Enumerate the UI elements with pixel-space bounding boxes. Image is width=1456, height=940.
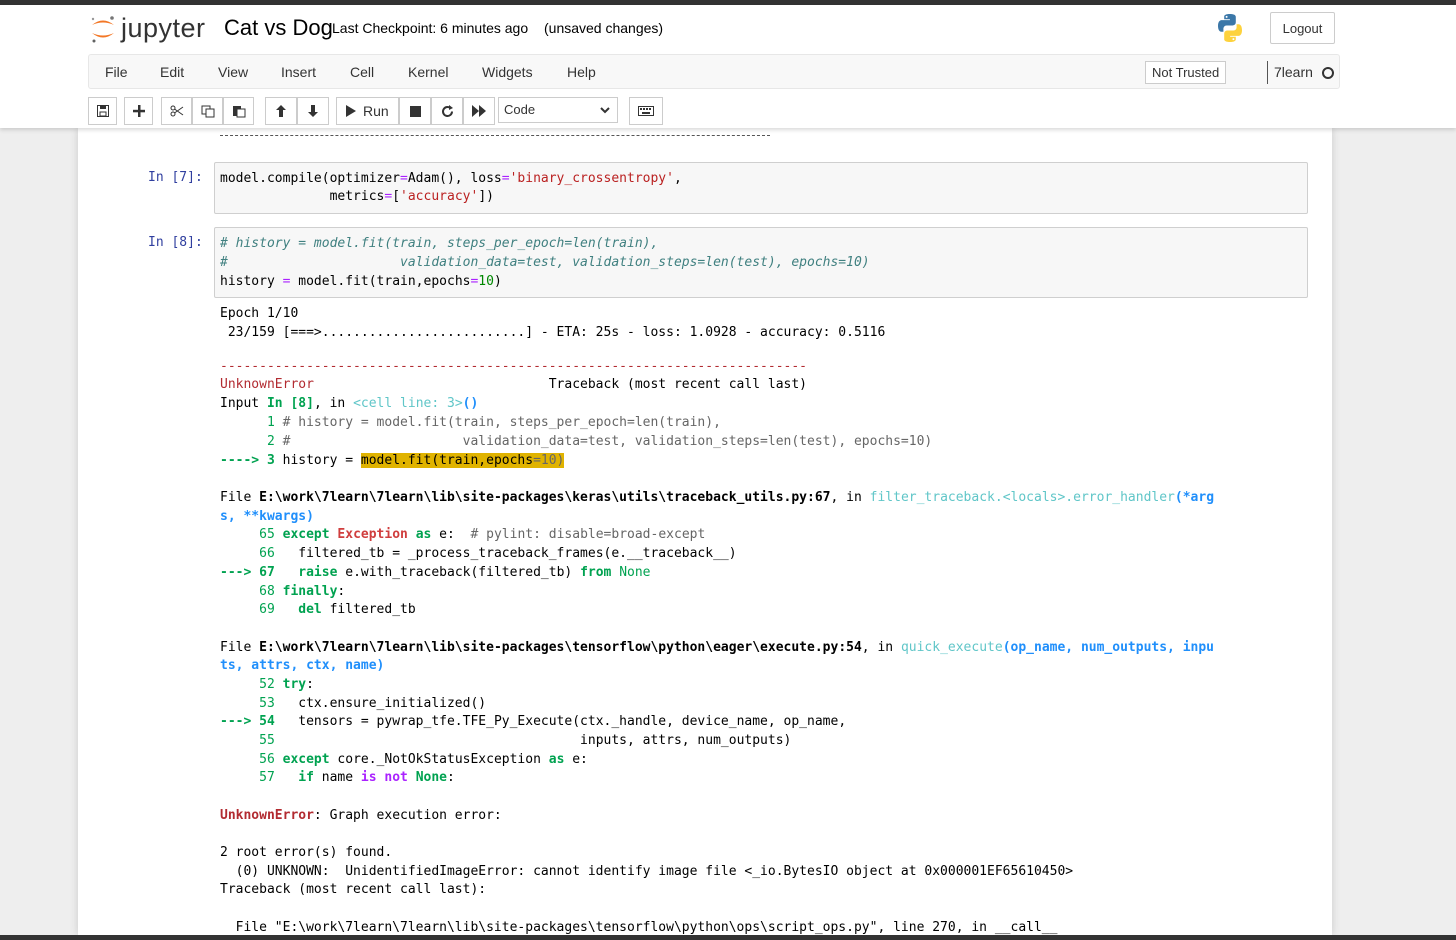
plus-icon: [132, 105, 145, 117]
paste-button[interactable]: [223, 97, 254, 125]
restart-icon: [441, 104, 453, 117]
menu-edit[interactable]: Edit: [160, 64, 184, 80]
cell-8-line-1: # history = model.fit(train, steps_per_e…: [220, 236, 659, 251]
cell-7-line-1: model.compile(optimizer=Adam(), loss='bi…: [220, 171, 682, 186]
file3-line: File "E:\work\7learn\7learn\lib\site-pac…: [220, 920, 1058, 935]
jupyter-logo-icon: [90, 14, 116, 44]
cell-type-value: Code: [504, 102, 536, 117]
cell-7-prompt: In [7]:: [148, 170, 203, 185]
cell-8-prompt: In [8]:: [148, 235, 203, 250]
notebook-title[interactable]: Cat vs Dog: [224, 15, 333, 41]
traceback-line-2: 2 # validation_data=test, validation_ste…: [220, 434, 933, 449]
file1-line-67: ---> 67 raise e.with_traceback(filtered_…: [220, 565, 651, 580]
fast-forward-icon: [472, 105, 486, 117]
traceback-dashes: ----------------------------------------…: [220, 359, 807, 374]
traceback-2-header: Traceback (most recent call last):: [220, 882, 487, 897]
file2-line: File E:\work\7learn\7learn\lib\site-pack…: [220, 640, 1215, 655]
copy-icon: [201, 105, 214, 117]
kernel-name[interactable]: 7learn: [1267, 61, 1313, 84]
save-button[interactable]: [88, 97, 117, 125]
epoch-line: Epoch 1/10: [220, 306, 299, 321]
file2-line-53: 53 ctx.ensure_initialized(): [220, 696, 487, 711]
play-icon: [346, 105, 356, 117]
file2-line-52: 52 try:: [220, 677, 314, 692]
restart-kernel-button[interactable]: [431, 97, 463, 125]
jupyter-logo-text: jupyter: [121, 13, 206, 43]
move-down-button[interactable]: [297, 97, 329, 125]
scissors-icon: [170, 105, 183, 117]
trust-notebook-button[interactable]: Not Trusted: [1145, 61, 1227, 84]
interrupt-kernel-button[interactable]: [399, 97, 431, 125]
notebook-header: jupyter Cat vs Dog Last Checkpoint: 6 mi…: [0, 5, 1456, 128]
file1-line-66: 66 filtered_tb = _process_traceback_fram…: [220, 546, 737, 561]
menu-insert[interactable]: Insert: [281, 64, 316, 80]
move-up-button[interactable]: [265, 97, 297, 125]
cell-8-line-3: history = model.fit(train,epochs=10): [220, 274, 502, 289]
cut-button[interactable]: [161, 97, 192, 125]
kernel-idle-indicator-icon: [1322, 67, 1334, 79]
cell-type-select[interactable]: Code: [498, 97, 618, 123]
notebook-container: In [7]: model.compile(optimizer=Adam(), …: [78, 128, 1332, 935]
cell-8-input[interactable]: # history = model.fit(train, steps_per_e…: [214, 227, 1308, 298]
cell-7-input[interactable]: model.compile(optimizer=Adam(), loss='bi…: [214, 162, 1308, 214]
cell-8-line-2: # validation_data=test, validation_steps…: [220, 255, 870, 270]
run-button[interactable]: Run: [336, 97, 399, 125]
restart-run-all-button[interactable]: [463, 97, 495, 125]
traceback-line-1: 1 # history = model.fit(train, steps_per…: [220, 415, 721, 430]
menu-help[interactable]: Help: [567, 64, 596, 80]
jupyter-logo[interactable]: jupyter: [90, 13, 206, 44]
cell-7-line-2: metrics=['accuracy']): [220, 189, 494, 204]
file1-line-68: 68 finally:: [220, 584, 346, 599]
file1-line-69: 69 del filtered_tb: [220, 602, 416, 617]
menubar: File Edit View Insert Cell Kernel Widget…: [88, 54, 1340, 89]
command-palette-button[interactable]: [629, 97, 663, 125]
file2-line-wrap: ts, attrs, ctx, name): [220, 658, 385, 673]
logout-button[interactable]: Logout: [1270, 12, 1335, 44]
menu-view[interactable]: View: [218, 64, 248, 80]
copy-button[interactable]: [192, 97, 223, 125]
file1-line: File E:\work\7learn\7learn\lib\site-pack…: [220, 490, 1215, 505]
previous-output-tail: [220, 135, 770, 136]
menu-file[interactable]: File: [105, 64, 128, 80]
menu-kernel[interactable]: Kernel: [408, 64, 448, 80]
floppy-icon: [96, 105, 109, 117]
file1-line-65: 65 except Exception as e: # pylint: disa…: [220, 527, 706, 542]
arrow-up-icon: [276, 105, 286, 117]
menu-cell[interactable]: Cell: [350, 64, 374, 80]
file1-line-wrap: s, **kwargs): [220, 509, 314, 524]
window-bottom-strip: [0, 935, 1456, 940]
traceback-line-3: ----> 3 history = model.fit(train,epochs…: [220, 453, 565, 468]
stop-icon: [409, 105, 421, 117]
root-errors-line: 2 root error(s) found.: [220, 845, 393, 860]
file2-line-57: 57 if name is not None:: [220, 770, 455, 785]
python-kernel-icon: [1214, 12, 1246, 49]
file2-line-56: 56 except core._NotOkStatusException as …: [220, 752, 588, 767]
traceback-input-line: Input In [8], in <cell line: 3>(): [220, 396, 479, 411]
traceback-header: UnknownError Traceback (most recent call…: [220, 377, 808, 392]
insert-cell-button[interactable]: [124, 97, 153, 125]
checkpoint-status: Last Checkpoint: 6 minutes ago: [332, 20, 529, 36]
menu-widgets[interactable]: Widgets: [482, 64, 533, 80]
chevron-down-icon: [600, 107, 610, 114]
unknown-error-line: (0) UNKNOWN: UnidentifiedImageError: can…: [220, 864, 1074, 879]
keyboard-icon: [638, 106, 654, 116]
final-error-line: UnknownError: Graph execution error:: [220, 808, 502, 823]
file2-line-54: ---> 54 tensors = pywrap_tfe.TFE_Py_Exec…: [220, 714, 847, 729]
arrow-down-icon: [308, 105, 318, 117]
paste-icon: [232, 106, 245, 118]
autosave-status: (unsaved changes): [544, 20, 664, 36]
run-label: Run: [363, 103, 389, 119]
file2-line-55: 55 inputs, attrs, num_outputs): [220, 733, 792, 748]
progress-line: 23/159 [===>..........................] …: [220, 325, 886, 340]
